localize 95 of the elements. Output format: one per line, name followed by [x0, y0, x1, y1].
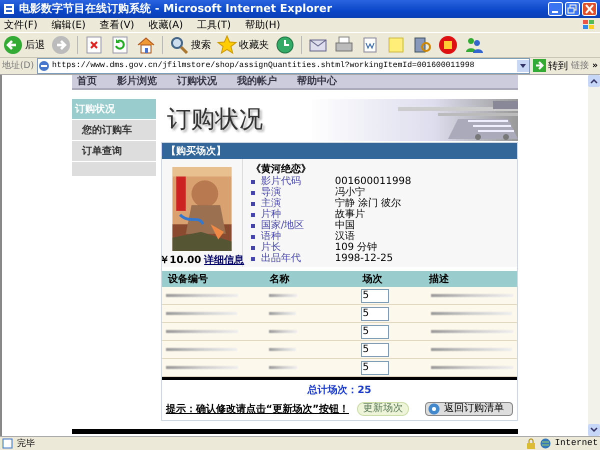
field-label: 国家/地区	[260, 220, 304, 232]
menu-item[interactable]: 收藏(A)	[148, 18, 183, 32]
bullet-icon	[250, 202, 255, 206]
globe-icon	[540, 438, 551, 449]
field-label: 出品年代	[260, 253, 301, 264]
field-label: 片长	[260, 242, 281, 254]
column-header: 场次	[356, 271, 423, 288]
windows-logo-icon	[582, 18, 596, 31]
field-label: 影片代码	[260, 176, 301, 188]
nav-link[interactable]: 影片浏览	[116, 75, 158, 88]
hint-text: 提示：确认修改请点击“更新场次”按钮！	[166, 402, 349, 416]
field-value: 汉语	[334, 231, 356, 242]
more-chevron[interactable]: »	[592, 60, 598, 71]
column-header: 描述	[423, 271, 517, 288]
update-button[interactable]: 更新场次	[357, 402, 409, 416]
back-icon	[3, 34, 23, 55]
book-icon[interactable]	[412, 34, 432, 55]
menu-item[interactable]: 编辑(E)	[52, 18, 86, 32]
field-value: 001600011998	[334, 176, 412, 188]
field-value: 故事片	[334, 209, 366, 220]
field-label: 语种	[260, 231, 281, 242]
nav-link[interactable]: 帮助中心	[296, 75, 338, 88]
return-button[interactable]: 返回订购清单	[425, 402, 513, 416]
status-text: 完毕	[17, 438, 35, 450]
field-label: 片种	[260, 209, 281, 220]
arrow-icon	[533, 59, 546, 72]
field-value: 宁静 涂门 彼尔	[334, 198, 402, 210]
sessions-field[interactable]: 5	[360, 288, 389, 303]
field-value: 109 分钟	[334, 242, 378, 254]
nav-link[interactable]: 订购状况	[176, 75, 218, 88]
clock-icon[interactable]	[275, 34, 295, 55]
blurred-text	[166, 348, 237, 352]
scroll-up-icon[interactable]	[588, 75, 600, 88]
field-value: 中国	[334, 220, 356, 232]
menu-item[interactable]: 帮助(H)	[244, 18, 280, 32]
scroll-down-icon[interactable]	[588, 424, 600, 436]
sessions-field[interactable]: 5	[360, 324, 389, 339]
bullet-icon	[250, 212, 255, 217]
blurred-text	[269, 312, 296, 316]
go-button[interactable]: 转到	[533, 58, 568, 73]
sidebar-item[interactable]: 订单查询	[72, 140, 156, 162]
sidebar-header: 订购状况	[72, 99, 156, 120]
scrollbar[interactable]	[588, 75, 600, 436]
blurred-text	[269, 294, 298, 298]
bullet-icon	[250, 234, 255, 239]
address-label: 地址(D)	[2, 60, 34, 72]
details-link[interactable]: 详细信息	[204, 253, 244, 268]
bullet-icon	[250, 190, 255, 195]
bullet-icon	[250, 256, 255, 261]
star-icon	[217, 34, 237, 55]
address-field[interactable]: https://www.dms.gov.cn/jfilmstore/shop/assignQuantities.shtml?workingItemId=001600011998	[36, 58, 530, 74]
menu-item[interactable]: 查看(V)	[100, 18, 134, 32]
stamp-icon[interactable]	[438, 34, 458, 55]
column-header: 名称	[263, 271, 357, 288]
bullet-icon	[250, 224, 255, 228]
minimize-icon[interactable]	[548, 2, 563, 16]
total-text: 总计场次：25	[306, 384, 372, 398]
field-value: 冯小宁	[334, 187, 365, 198]
sessions-field[interactable]: 5	[360, 306, 389, 321]
column-header: 设备编号	[162, 271, 264, 288]
window-title: 电影数字节目在线订购系统 - Microsoft Internet Explorer	[19, 1, 333, 16]
links-label[interactable]: 链接	[571, 59, 590, 72]
refresh-icon[interactable]	[110, 34, 130, 55]
sidebar-item[interactable]: 您的订购车	[72, 119, 156, 140]
stop-icon[interactable]	[84, 34, 104, 55]
bullet-icon	[250, 246, 255, 250]
page-heading: 订购状况	[166, 104, 263, 136]
menu-item[interactable]: 文件(F)	[4, 18, 38, 32]
blurred-text	[166, 312, 237, 316]
nav-link[interactable]: 我的帐户	[236, 75, 278, 88]
field-label: 主演	[260, 198, 281, 210]
blurred-text	[269, 330, 298, 334]
toolbar-button[interactable]: 后退	[3, 34, 45, 55]
close-icon[interactable]	[582, 2, 597, 16]
field-label: 导演	[260, 187, 281, 198]
nav-link[interactable]: 首页	[76, 75, 98, 88]
sessions-field[interactable]: 5	[360, 360, 389, 375]
price-text: ￥10.00	[160, 254, 202, 268]
toolbar-button[interactable]: 搜索	[169, 34, 211, 55]
blurred-text	[269, 348, 296, 352]
circle-icon	[428, 403, 440, 416]
sessions-field[interactable]: 5	[360, 342, 389, 357]
field-value: 1998-12-25	[334, 253, 394, 264]
film-title: 《黄河绝恋》	[250, 164, 312, 176]
lock-icon	[526, 438, 536, 449]
dropdown-icon[interactable]	[517, 60, 530, 72]
search-icon	[169, 34, 189, 55]
home-icon[interactable]	[136, 34, 156, 55]
bullet-icon	[250, 180, 255, 184]
panel-header: 【购买场次】	[162, 143, 517, 160]
restore-icon[interactable]	[565, 2, 580, 16]
blurred-text	[269, 366, 298, 370]
zone-label: Internet	[554, 438, 598, 448]
menu-item[interactable]: 工具(T)	[197, 18, 231, 32]
toolbar-button[interactable]: 收藏夹	[217, 34, 269, 55]
